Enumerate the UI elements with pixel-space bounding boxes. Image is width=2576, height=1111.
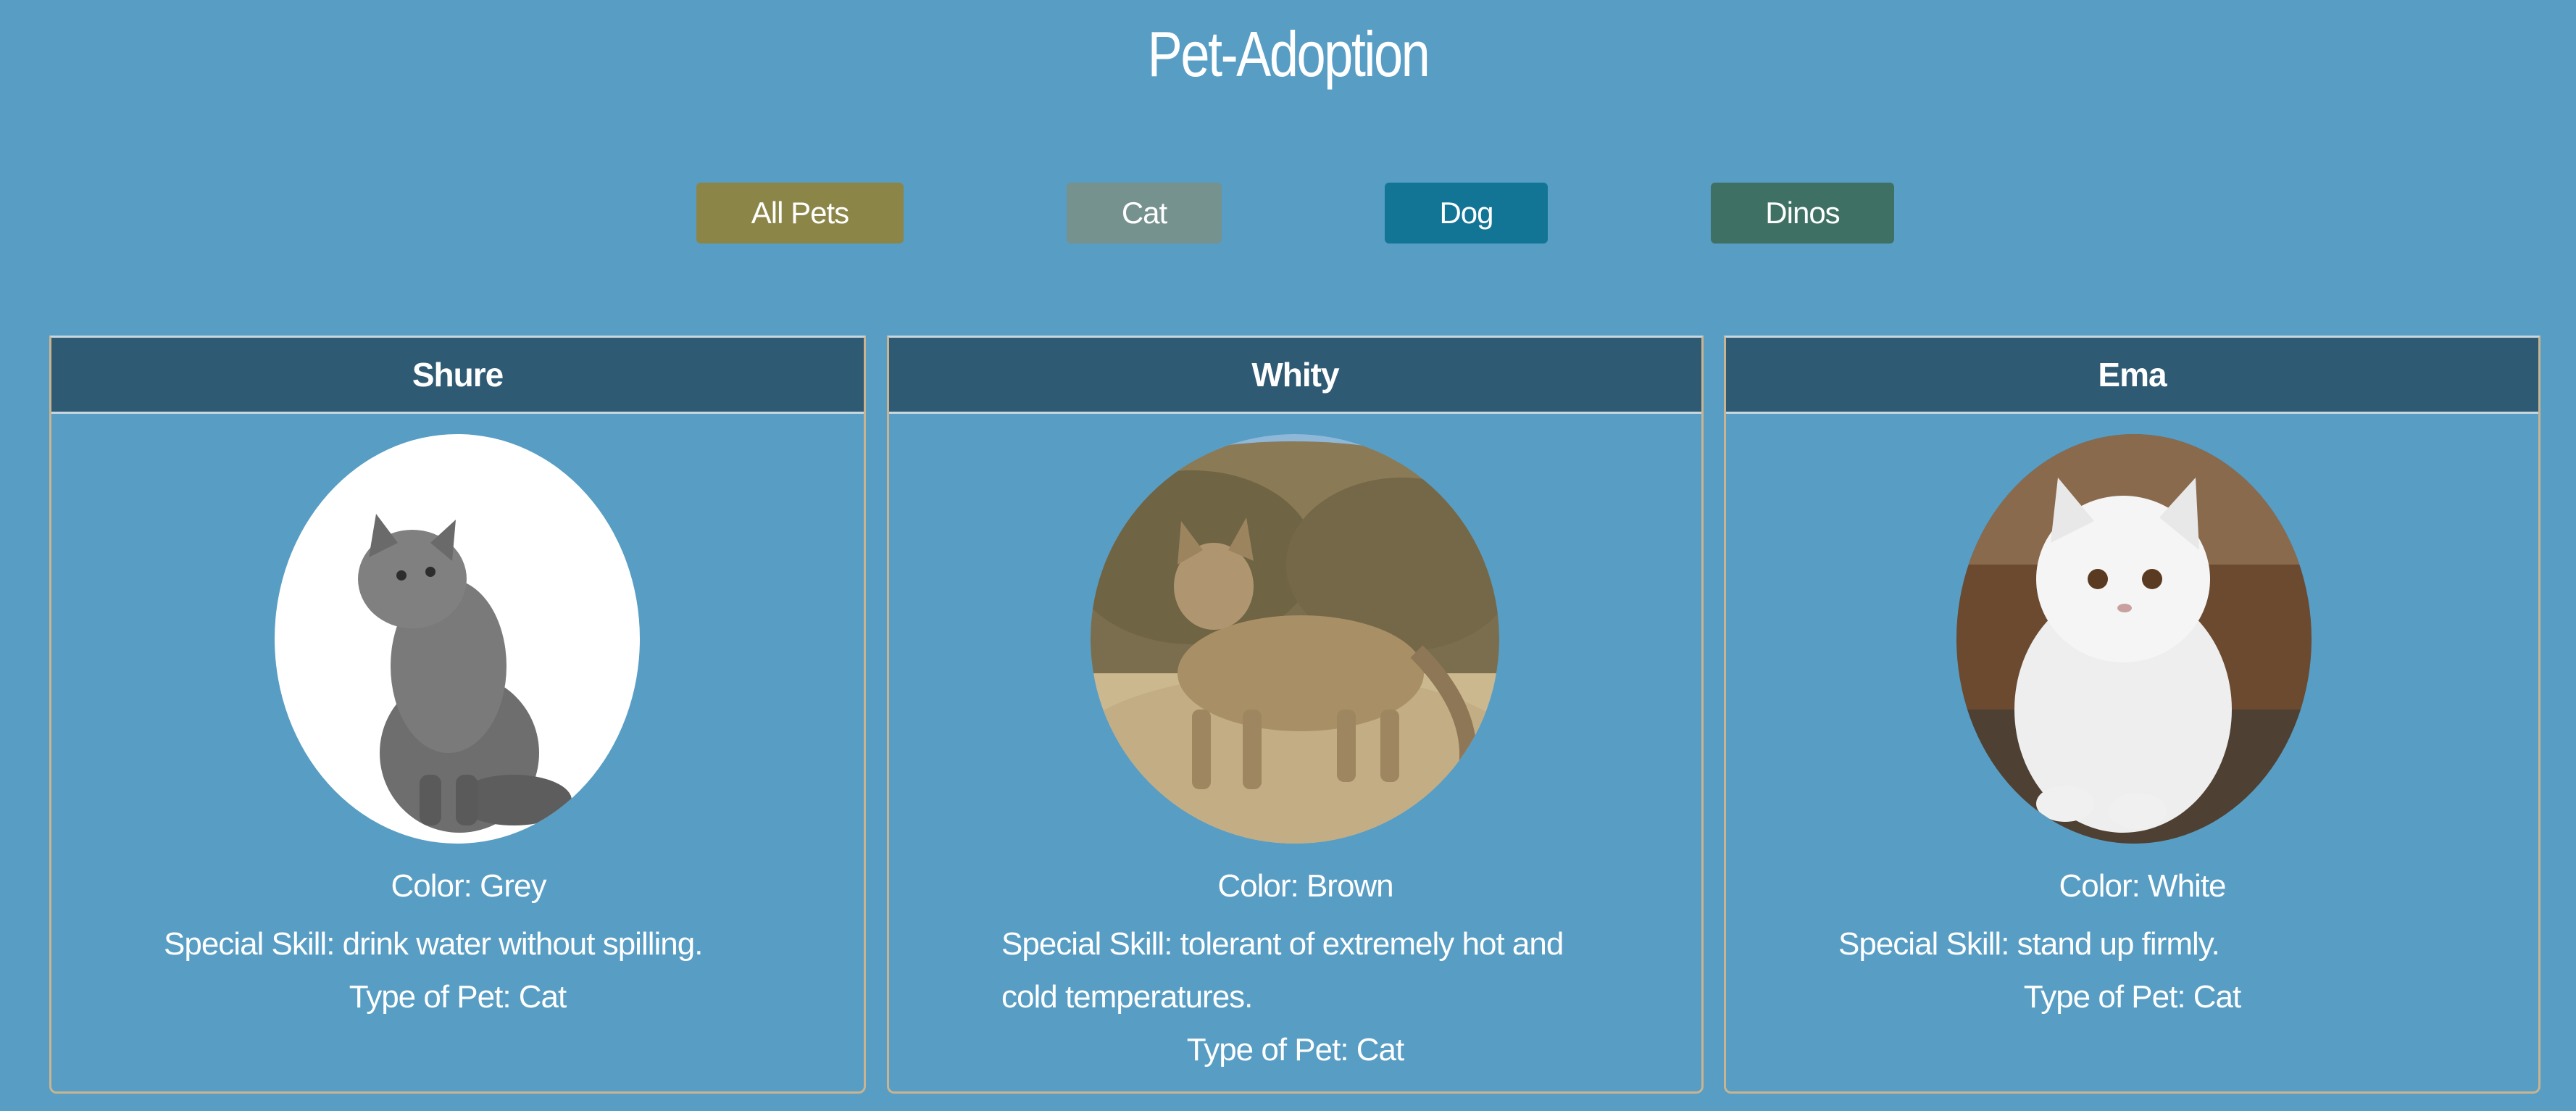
page-title: Pet-Adoption <box>1147 18 1430 90</box>
pet-card-name: Whity <box>889 338 1701 414</box>
pet-color: Color: Grey <box>391 868 547 904</box>
pet-type: Type of Pet: Cat <box>2023 979 2242 1015</box>
pet-card: Shure Color: Grey Special Skill: drink w… <box>49 336 866 1094</box>
sand-cat-photo <box>1091 434 1499 844</box>
filter-cat-button[interactable]: Cat <box>1067 183 1222 244</box>
pet-type: Type of Pet: Cat <box>1186 1032 1405 1068</box>
pet-color: Color: Brown <box>1217 868 1393 904</box>
pet-card-name: Ema <box>1726 338 2538 414</box>
pet-card-name: Shure <box>51 338 864 414</box>
filter-all-pets-button[interactable]: All Pets <box>696 183 904 244</box>
filter-dog-button[interactable]: Dog <box>1385 183 1548 244</box>
white-persian-cat-photo <box>1956 434 2312 844</box>
filter-bar: All Pets Cat Dog Dinos <box>0 183 2576 244</box>
page: Pet-Adoption All Pets Cat Dog Dinos Shur… <box>0 0 2576 1111</box>
pet-special-skill: Special Skill: stand up firmly. <box>1838 926 2220 962</box>
pet-type: Type of Pet: Cat <box>349 979 567 1015</box>
pet-card: Ema Color: White Special Skill: stand up… <box>1724 336 2540 1094</box>
pet-color: Color: White <box>2059 868 2226 904</box>
pet-special-skill: Special Skill: drink water without spill… <box>164 926 703 962</box>
pet-card: Whity Color: Brown Special Skill: tolera… <box>887 336 1704 1094</box>
pet-special-skill: Special Skill: tolerant of extremely hot… <box>1001 926 1564 1015</box>
filter-dinos-button[interactable]: Dinos <box>1711 183 1894 244</box>
grey-cat-photo <box>275 434 640 844</box>
